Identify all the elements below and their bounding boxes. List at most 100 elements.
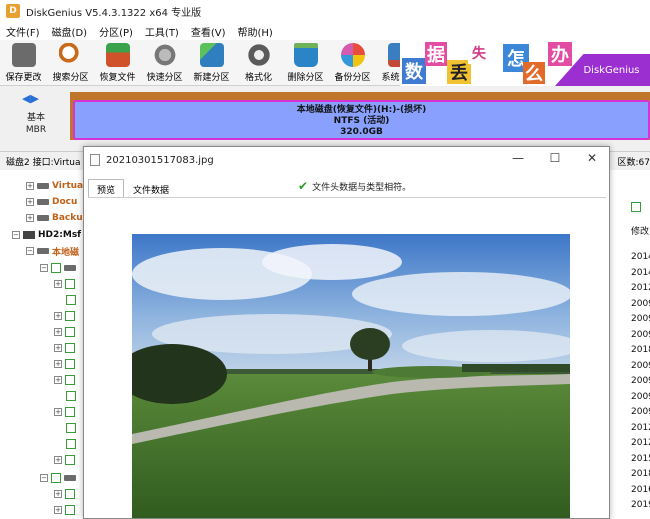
disk-nav-arrows[interactable]: ◀▶ — [22, 92, 39, 105]
banner-char: 么 — [523, 62, 545, 85]
folder-checkbox[interactable] — [66, 391, 76, 401]
recover-files-label: 恢复文件 — [99, 73, 136, 83]
collapse-icon[interactable]: − — [40, 474, 48, 482]
tree-folder-row[interactable]: − — [40, 470, 79, 486]
modified-year-cell: 2012 — [631, 283, 650, 293]
tree-item[interactable]: − HD2:Msf — [12, 227, 81, 243]
expand-icon[interactable]: + — [54, 490, 62, 498]
modified-year-cell: 2009 — [631, 329, 650, 340]
folder-checkbox[interactable] — [51, 473, 61, 483]
partition-icon — [37, 183, 49, 189]
menu-file[interactable]: 文件(F) — [0, 24, 46, 39]
minimize-button[interactable]: — — [508, 151, 528, 165]
expand-icon[interactable]: + — [26, 214, 34, 222]
folder-checkbox[interactable] — [65, 407, 75, 417]
format-label: 格式化 — [244, 73, 272, 83]
expand-icon[interactable]: + — [54, 344, 62, 352]
modified-year-cell: 2014 — [631, 252, 650, 262]
folder-checkbox[interactable] — [51, 263, 61, 273]
menu-tools[interactable]: 工具(T) — [139, 24, 185, 39]
tab-preview[interactable]: 预览 — [88, 179, 125, 197]
folder-checkbox[interactable] — [66, 439, 76, 449]
menu-partition[interactable]: 分区(P) — [93, 24, 139, 39]
collapse-icon[interactable]: − — [40, 264, 48, 272]
tree-folder-row[interactable]: + — [54, 502, 78, 518]
collapse-icon[interactable]: − — [26, 247, 34, 255]
delete-partition-button[interactable]: 删除分区 — [282, 40, 329, 85]
partition-name: 本地磁盘(恢复文件)(H:)-(损坏) — [296, 105, 427, 115]
folder-checkbox[interactable] — [65, 327, 75, 337]
close-button[interactable]: ✕ — [582, 151, 602, 165]
format-button[interactable]: 格式化 — [235, 40, 282, 85]
modified-year-cell: 2014 — [631, 267, 650, 278]
tree-folder-row[interactable]: + — [54, 340, 78, 356]
menu-view[interactable]: 查看(V) — [185, 24, 232, 39]
expand-icon[interactable]: + — [54, 408, 62, 416]
expand-icon[interactable]: + — [54, 360, 62, 368]
new-partition-label: 新建分区 — [193, 73, 230, 83]
partition-block[interactable]: 本地磁盘(恢复文件)(H:)-(损坏) NTFS (活动) 320.0GB — [73, 100, 650, 140]
tree-item[interactable]: + Virtua — [26, 178, 83, 194]
file-icon — [90, 154, 100, 166]
expand-icon[interactable]: + — [54, 376, 62, 384]
maximize-button[interactable]: ☐ — [545, 151, 565, 165]
recover-files-button[interactable]: 恢复文件 — [94, 40, 141, 85]
folder-checkbox[interactable] — [65, 311, 75, 321]
folder-checkbox[interactable] — [65, 375, 75, 385]
tree-folder-row[interactable] — [66, 292, 79, 308]
promo-banner[interactable]: 数 据 丢 失 怎 么 办 DiskGenius — [400, 40, 650, 86]
expand-icon[interactable]: + — [26, 198, 34, 206]
folder-checkbox[interactable] — [65, 455, 75, 465]
new-partition-button[interactable]: 新建分区 — [188, 40, 235, 85]
next-disk-icon[interactable]: ▶ — [30, 92, 38, 105]
tree-item[interactable]: + Backu — [26, 210, 83, 226]
partition-icon — [37, 248, 49, 254]
expand-icon[interactable]: + — [54, 280, 62, 288]
backup-partition-button[interactable]: 备份分区 — [329, 40, 376, 85]
expand-icon[interactable]: + — [54, 456, 62, 464]
tree-folder-row[interactable]: + — [54, 486, 78, 502]
expand-icon[interactable]: + — [54, 312, 62, 320]
folder-checkbox[interactable] — [65, 505, 75, 515]
select-all-checkbox[interactable] — [631, 202, 641, 212]
tree-item[interactable]: − 本地磁 — [26, 243, 79, 259]
tree-folder-row[interactable]: + — [54, 452, 78, 468]
tree-folder-row[interactable]: + — [54, 372, 78, 388]
disk-type-label: 基本 MBR — [14, 112, 58, 136]
tree-folder-row[interactable]: + — [54, 308, 78, 324]
folder-checkbox[interactable] — [65, 343, 75, 353]
search-partition-button[interactable]: 搜索分区 — [47, 40, 94, 85]
save-changes-button[interactable]: 保存更改 — [0, 40, 47, 85]
tree-folder-row[interactable]: + — [54, 324, 78, 340]
menu-disk[interactable]: 磁盘(D) — [46, 24, 94, 39]
app-title: DiskGenius V5.4.3.1322 x64 专业版 — [26, 7, 202, 19]
tree-folder-row[interactable]: + — [54, 404, 78, 420]
expand-icon[interactable]: + — [26, 182, 34, 190]
disk-partition-strip: 本地磁盘(恢复文件)(H:)-(损坏) NTFS (活动) 320.0GB — [70, 92, 650, 140]
tree-folder-row[interactable]: + — [54, 276, 78, 292]
tree-item-label: 本地磁 — [52, 247, 80, 258]
folder-checkbox[interactable] — [65, 279, 75, 289]
tree-folder-row[interactable]: + — [54, 356, 78, 372]
image-preview-area — [88, 197, 606, 518]
modified-year-cell: 2019 — [631, 500, 650, 510]
tree-folder-row[interactable]: − — [40, 260, 79, 276]
folder-checkbox[interactable] — [66, 295, 76, 305]
folder-checkbox[interactable] — [65, 359, 75, 369]
tree-folder-row[interactable] — [66, 436, 79, 452]
directory-tree: + Virtua + Docu + Backu − HD2:Msf − 本地磁 … — [0, 170, 88, 519]
folder-checkbox[interactable] — [65, 489, 75, 499]
expand-icon[interactable]: + — [54, 328, 62, 336]
tree-folder-row[interactable] — [66, 388, 79, 404]
tree-item[interactable]: + Docu — [26, 194, 77, 210]
expand-icon[interactable]: + — [54, 506, 62, 514]
tree-folder-row[interactable] — [66, 420, 79, 436]
recover-icon — [105, 43, 130, 67]
collapse-icon[interactable]: − — [12, 231, 20, 239]
folder-checkbox[interactable] — [66, 423, 76, 433]
quick-partition-button[interactable]: 快速分区 — [141, 40, 188, 85]
menu-help[interactable]: 帮助(H) — [232, 24, 279, 39]
disk-info-right: 区数:67 — [617, 158, 650, 168]
tab-file-data[interactable]: 文件数据 — [124, 179, 178, 197]
column-header-modified[interactable]: 修改 — [631, 224, 649, 237]
